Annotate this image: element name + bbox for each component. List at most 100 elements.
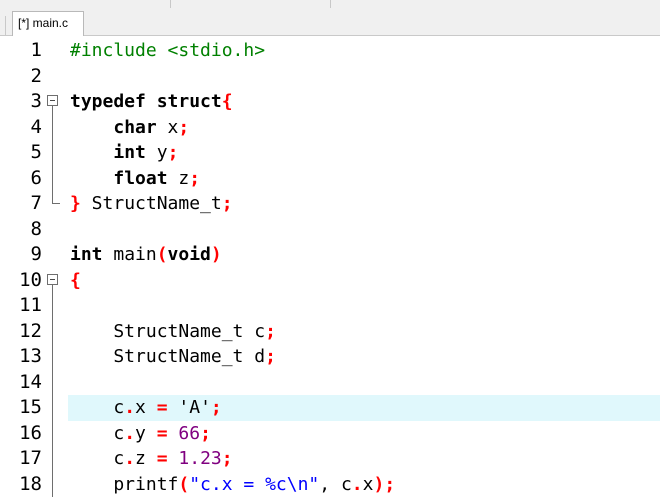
- code-token: ;: [384, 474, 395, 495]
- code-text[interactable]: c.y = 66;: [70, 421, 211, 447]
- code-line[interactable]: 11: [0, 293, 660, 319]
- code-token: ): [373, 474, 384, 495]
- code-token: x: [135, 397, 157, 418]
- code-token: int: [70, 244, 103, 265]
- line-number: 9: [0, 242, 42, 268]
- fold-guide-line: [52, 166, 53, 192]
- code-line[interactable]: 8: [0, 217, 660, 243]
- code-text[interactable]: int main(void): [70, 242, 222, 268]
- line-number: 15: [0, 395, 42, 421]
- code-text[interactable]: c.x = 'A';: [70, 395, 222, 421]
- code-line[interactable]: 15 c.x = 'A';: [0, 395, 660, 421]
- code-token: =: [157, 423, 168, 444]
- code-editor[interactable]: 1#include <stdio.h>23typedef struct{4 ch…: [0, 36, 660, 496]
- code-token: (: [157, 244, 168, 265]
- code-text[interactable]: int y;: [70, 140, 178, 166]
- code-line[interactable]: 4 char x;: [0, 115, 660, 141]
- line-number: 1: [0, 38, 42, 64]
- fold-collapse-icon[interactable]: [47, 95, 58, 106]
- code-line[interactable]: 9 int main(void): [0, 242, 660, 268]
- code-text[interactable]: {: [70, 268, 81, 294]
- code-token: [70, 168, 113, 189]
- code-token: {: [222, 91, 233, 112]
- code-token: .: [124, 448, 135, 469]
- top-toolbar-strip: [0, 0, 660, 8]
- code-token: ): [211, 244, 222, 265]
- code-line[interactable]: 13 StructName_t d;: [0, 344, 660, 370]
- code-text[interactable]: typedef struct{: [70, 89, 233, 115]
- code-line[interactable]: 17 c.z = 1.23;: [0, 446, 660, 472]
- code-token: .: [124, 423, 135, 444]
- fold-guide-line: [52, 421, 53, 447]
- code-text[interactable]: c.z = 1.23;: [70, 446, 233, 472]
- code-token: x: [157, 117, 179, 138]
- code-text[interactable]: char x;: [70, 115, 189, 141]
- code-line[interactable]: 5 int y;: [0, 140, 660, 166]
- fold-collapse-icon[interactable]: [47, 274, 58, 285]
- code-token: [168, 423, 179, 444]
- code-token: printf: [70, 474, 178, 495]
- code-token: ;: [265, 346, 276, 367]
- code-token: 66: [178, 423, 200, 444]
- line-number: 11: [0, 293, 42, 319]
- code-text[interactable]: StructName_t c;: [70, 319, 276, 345]
- code-line[interactable]: 3 typedef struct{: [0, 89, 660, 115]
- code-token: ;: [265, 321, 276, 342]
- line-number: 12: [0, 319, 42, 345]
- code-line[interactable]: 1 #include <stdio.h>: [0, 38, 660, 64]
- line-number: 5: [0, 140, 42, 166]
- code-token: {: [70, 270, 81, 291]
- code-token: 1.23: [178, 448, 221, 469]
- code-token: StructName_t: [81, 193, 222, 214]
- code-token: ;: [211, 397, 222, 418]
- code-token: }: [70, 193, 81, 214]
- code-token: #include <stdio.h>: [70, 40, 265, 61]
- code-line[interactable]: 18 printf("c.x = %c\n", c.x);: [0, 472, 660, 497]
- code-line[interactable]: 14: [0, 370, 660, 396]
- code-token: z: [168, 168, 190, 189]
- code-token: void: [168, 244, 211, 265]
- line-number: 6: [0, 166, 42, 192]
- code-line[interactable]: 16 c.y = 66;: [0, 421, 660, 447]
- code-token: [70, 117, 113, 138]
- code-token: "c.x = %c\n": [189, 474, 319, 495]
- line-number: 13: [0, 344, 42, 370]
- code-text[interactable]: printf("c.x = %c\n", c.x);: [70, 472, 395, 497]
- code-text[interactable]: } StructName_t;: [70, 191, 233, 217]
- code-line[interactable]: 10 {: [0, 268, 660, 294]
- code-token: .: [352, 474, 363, 495]
- code-token: ;: [168, 142, 179, 163]
- tab-main-c[interactable]: [*] main.c: [12, 11, 84, 37]
- code-token: c: [70, 448, 124, 469]
- toolbar-divider: [330, 0, 331, 8]
- fold-guide-line: [52, 344, 53, 370]
- code-line[interactable]: 6 float z;: [0, 166, 660, 192]
- line-number: 10: [0, 268, 42, 294]
- editor-tab-bar: [*] main.c: [0, 8, 660, 36]
- fold-guide-line: [52, 370, 53, 396]
- code-line[interactable]: 7} StructName_t;: [0, 191, 660, 217]
- code-text[interactable]: float z;: [70, 166, 200, 192]
- code-token: StructName_t c: [70, 321, 265, 342]
- code-token: .: [124, 397, 135, 418]
- code-token: , c: [319, 474, 352, 495]
- code-token: [168, 448, 179, 469]
- code-line[interactable]: 12 StructName_t c;: [0, 319, 660, 345]
- line-number: 8: [0, 217, 42, 243]
- code-token: x: [363, 474, 374, 495]
- line-number: 2: [0, 64, 42, 90]
- code-text[interactable]: #include <stdio.h>: [70, 38, 265, 64]
- line-number: 4: [0, 115, 42, 141]
- line-number: 16: [0, 421, 42, 447]
- line-number: 3: [0, 89, 42, 115]
- fold-guide-line: [52, 319, 53, 345]
- code-token: ;: [178, 117, 189, 138]
- code-token: ;: [222, 193, 233, 214]
- code-text[interactable]: StructName_t d;: [70, 344, 276, 370]
- code-token: (: [178, 474, 189, 495]
- code-token: ;: [200, 423, 211, 444]
- fold-guide-line: [52, 446, 53, 472]
- toolbar-divider: [170, 0, 171, 8]
- code-line[interactable]: 2: [0, 64, 660, 90]
- fold-guide-line: [52, 395, 53, 421]
